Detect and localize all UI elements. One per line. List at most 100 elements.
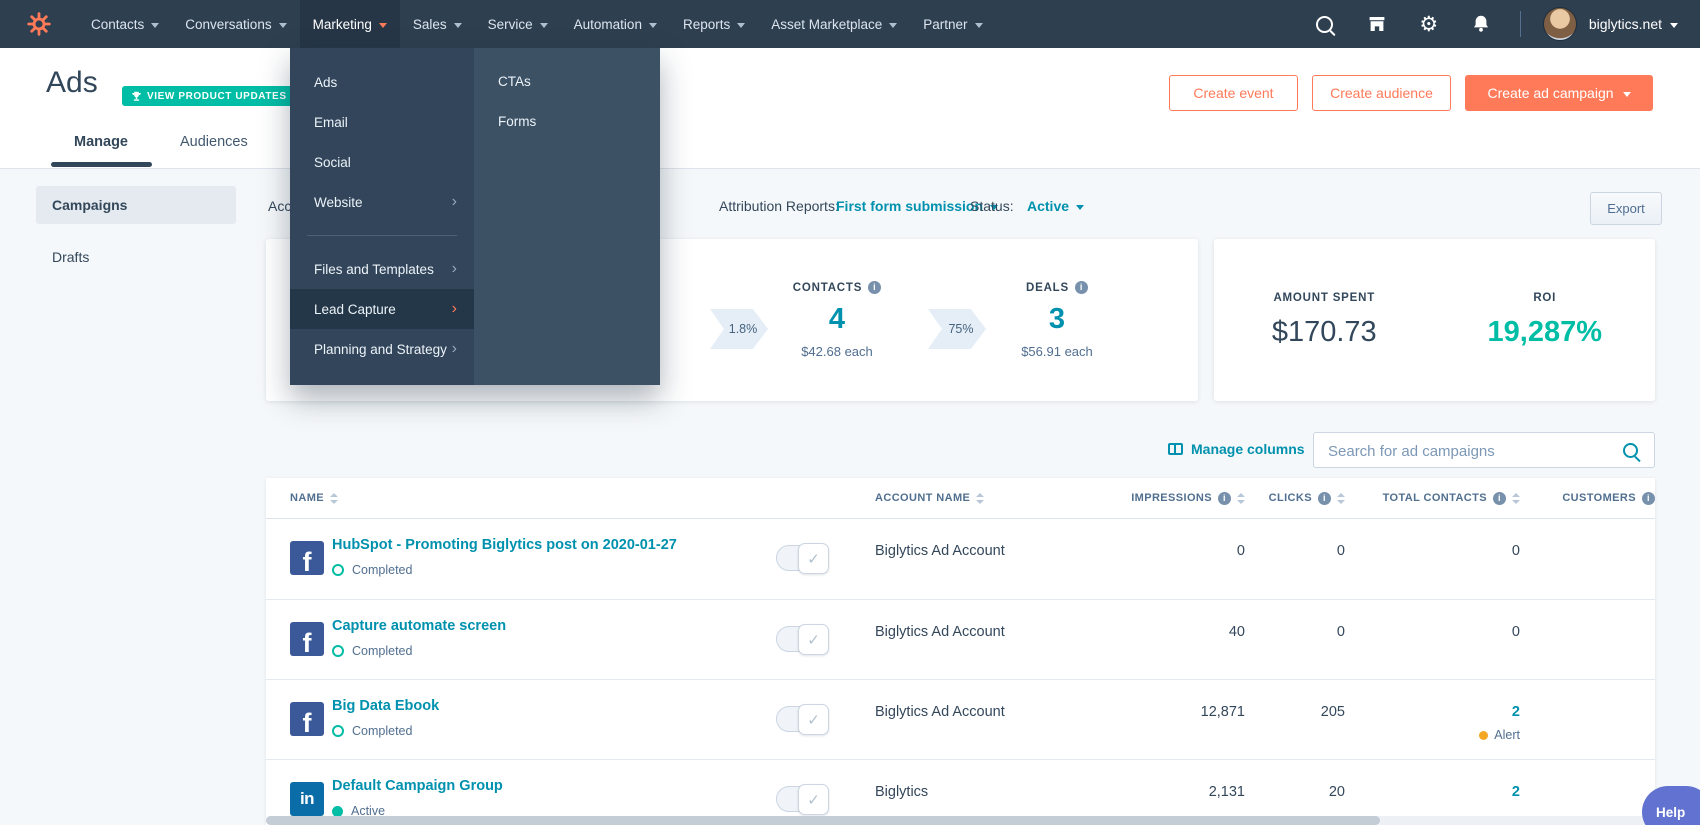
total-contacts-link[interactable]: 2 [1512,784,1520,800]
total-contacts-link[interactable]: 2 [1512,704,1520,720]
status-dropdown[interactable]: Active [1027,198,1085,214]
nav-service[interactable]: Service [475,0,561,48]
account-menu[interactable]: biglytics.net [1589,16,1678,32]
account-cell: Biglytics Ad Account [875,704,1005,720]
campaign-link[interactable]: Big Data Ebook [332,698,439,714]
deals-stat: DEALS 3 $56.91 each [977,281,1137,359]
menu-item-ctas[interactable]: CTAs [474,61,660,101]
export-button[interactable]: Export [1590,192,1662,225]
search-icon[interactable] [1623,443,1638,458]
chevron-down-icon [539,22,548,28]
chevron-down-icon [1622,91,1631,97]
nav-reports[interactable]: Reports [670,0,758,48]
manage-columns-button[interactable]: Manage columns [1168,441,1305,457]
menu-item-lead-capture[interactable]: Lead Capture [290,289,474,329]
toggle-check-icon [798,543,829,574]
account-name: biglytics.net [1588,16,1662,32]
contacts-value: 4 [828,303,846,335]
top-nav: Contacts Conversations Marketing Sales S… [0,0,1700,48]
trophy-icon [132,91,141,101]
info-icon[interactable] [1074,281,1088,294]
create-event-button[interactable]: Create event [1169,75,1298,111]
marketing-menu-panel: Ads Email Social Website Files and Templ… [290,48,474,385]
campaign-search [1313,432,1655,469]
notifications-bell-icon[interactable] [1470,13,1492,35]
nav-partner[interactable]: Partner [910,0,995,48]
customers-cell [1520,600,1655,679]
nav-conversations[interactable]: Conversations [172,0,299,48]
tab-audiences[interactable]: Audiences [180,134,248,150]
campaign-toggle[interactable] [776,784,829,815]
info-icon[interactable] [1218,491,1231,505]
lead-capture-flyout: CTAs Forms [474,48,660,385]
chevron-down-icon [378,22,387,28]
campaign-link[interactable]: HubSpot - Promoting Biglytics post on 20… [332,537,677,553]
campaign-toggle[interactable] [776,624,829,655]
create-ad-campaign-button[interactable]: Create ad campaign [1465,75,1653,111]
info-icon[interactable] [868,281,882,294]
campaign-toggle[interactable] [776,543,829,574]
horizontal-scrollbar [266,816,1655,825]
column-header-account[interactable]: ACCOUNT NAME [875,492,1115,504]
menu-item-files-and-templates[interactable]: Files and Templates [290,249,474,289]
chevron-down-icon [1076,205,1085,210]
toggle-check-icon [798,624,829,655]
nav-items: Contacts Conversations Marketing Sales S… [78,0,996,48]
sidebar-item-drafts[interactable]: Drafts [36,238,236,276]
chevron-right-icon [452,301,457,317]
columns-icon [1168,443,1183,455]
alert-status: Alert [1345,728,1520,742]
campaign-link[interactable]: Default Campaign Group [332,778,503,794]
chevron-down-icon [278,22,287,28]
column-header-impressions[interactable]: IMPRESSIONS [1115,491,1245,505]
nav-automation[interactable]: Automation [561,0,670,48]
help-button[interactable]: Help [1642,786,1700,825]
ads-page: Contacts Conversations Marketing Sales S… [0,0,1700,825]
sort-icon [1337,492,1345,504]
menu-divider [307,235,457,236]
info-icon[interactable] [1318,491,1331,505]
column-header-name[interactable]: NAME [266,492,875,504]
account-cell: Biglytics Ad Account [875,543,1005,559]
scrollbar-thumb[interactable] [266,816,1380,825]
menu-item-website[interactable]: Website [290,182,474,222]
chevron-down-icon [1670,22,1678,28]
nav-sales[interactable]: Sales [400,0,475,48]
total-contacts-cell: 2 Alert [1345,680,1520,759]
sort-icon [330,492,338,504]
menu-item-forms[interactable]: Forms [474,101,660,141]
tab-manage[interactable]: Manage [74,134,128,150]
nav-marketing[interactable]: Marketing [299,0,400,48]
menu-item-planning-and-strategy[interactable]: Planning and Strategy [290,329,474,369]
completed-status-icon [332,645,344,657]
campaign-toggle[interactable] [776,704,829,735]
column-header-customers[interactable]: CUSTOMERS [1520,491,1655,505]
campaign-status: Completed [332,563,412,577]
create-audience-button[interactable]: Create audience [1312,75,1451,111]
deals-cost-each: $56.91 each [1021,344,1093,359]
nav-asset-marketplace[interactable]: Asset Marketplace [758,0,910,48]
menu-item-ads[interactable]: Ads [290,62,474,102]
menu-item-email[interactable]: Email [290,102,474,142]
campaign-link[interactable]: Capture automate screen [332,618,506,634]
hubspot-logo-icon[interactable] [26,11,52,37]
column-header-total-contacts[interactable]: TOTAL CONTACTS [1345,491,1520,505]
menu-item-social[interactable]: Social [290,142,474,182]
linkedin-icon [290,782,324,816]
sidebar-item-campaigns[interactable]: Campaigns [36,186,236,224]
search-icon[interactable] [1314,13,1336,35]
user-avatar[interactable] [1542,7,1577,41]
nav-contacts[interactable]: Contacts [78,0,172,48]
page-title: Ads [46,66,98,99]
search-input[interactable] [1326,433,1620,469]
chevron-down-icon [737,22,746,28]
nav-utilities: biglytics.net [1284,7,1678,41]
view-product-updates-badge[interactable]: VIEW PRODUCT UPDATES [122,86,296,106]
chevron-right-icon [452,194,457,210]
info-icon[interactable] [1493,491,1506,505]
settings-gear-icon[interactable] [1418,13,1440,35]
column-header-clicks[interactable]: CLICKS [1245,491,1345,505]
info-icon[interactable] [1642,491,1655,505]
marketplace-icon[interactable] [1366,13,1388,35]
deals-value: 3 [1048,303,1066,335]
